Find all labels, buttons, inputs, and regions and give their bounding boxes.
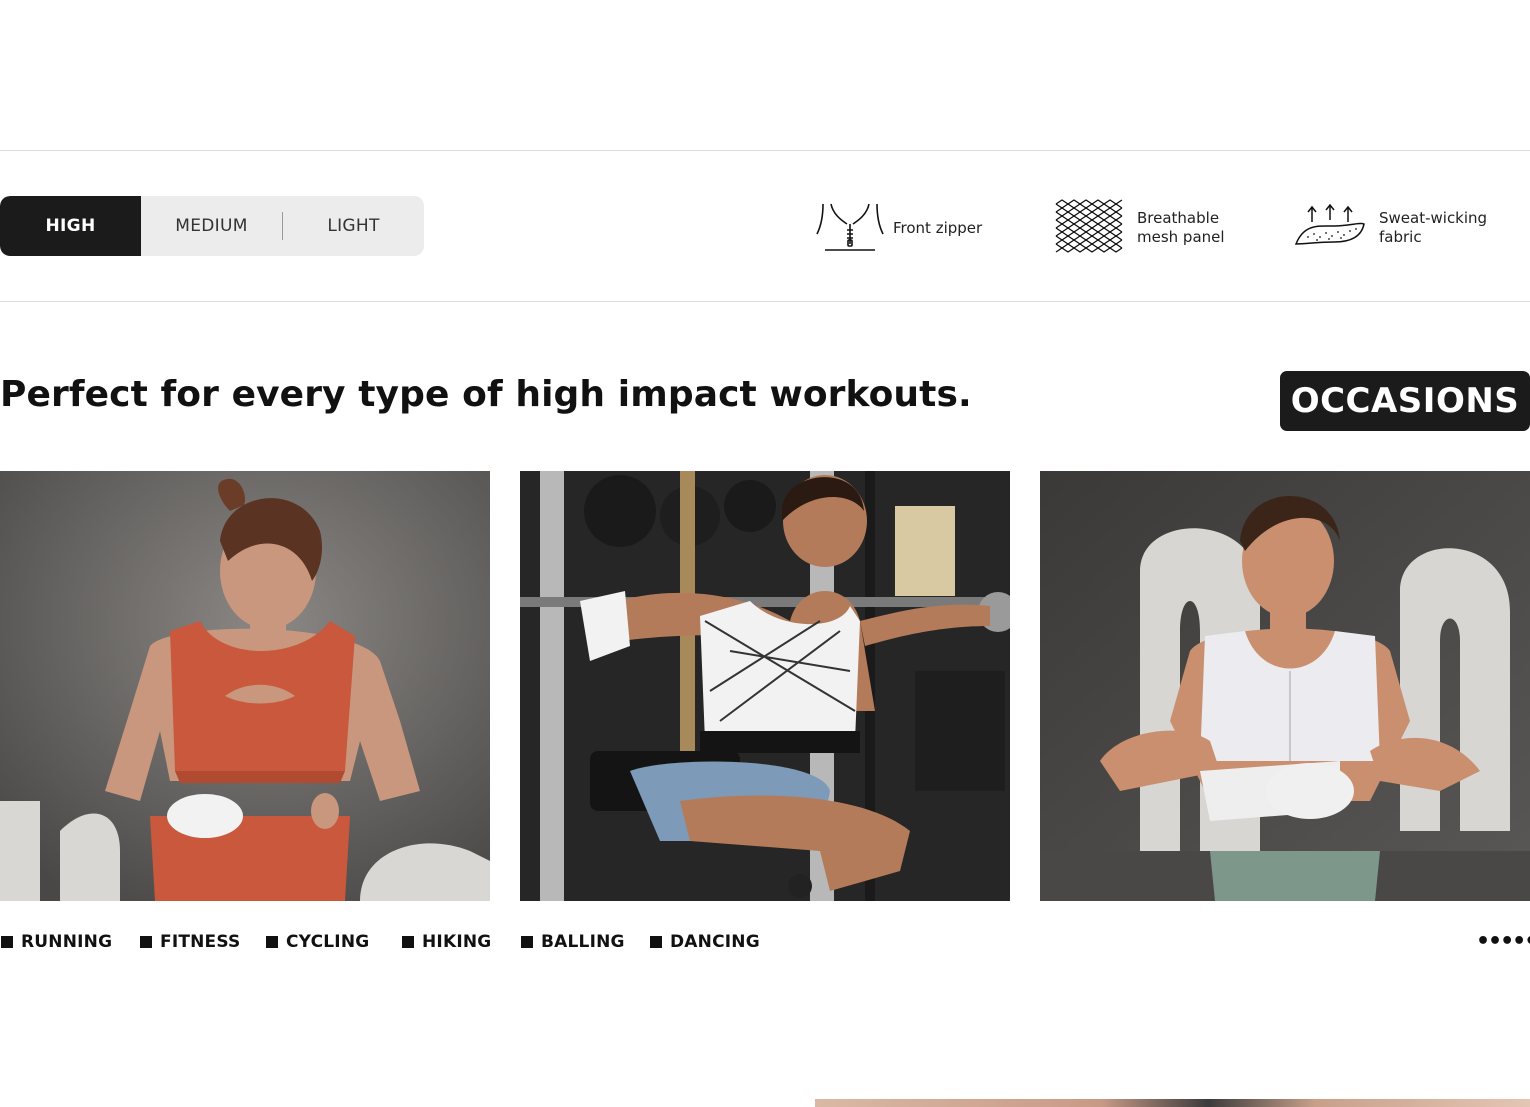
feature-label: Sweat-wicking fabric xyxy=(1379,209,1488,246)
bullet-square-icon xyxy=(1,936,13,948)
activity-label: RUNNING xyxy=(21,932,113,952)
photo-barbell-squat xyxy=(520,471,1010,901)
activity-label: BALLING xyxy=(541,932,625,952)
page-headline: Perfect for every type of high impact wo… xyxy=(0,374,972,415)
support-level-selector: HIGH MEDIUM LIGHT xyxy=(0,196,424,256)
activity-fitness: FITNESS xyxy=(140,932,241,952)
bullet-square-icon xyxy=(402,936,414,948)
tab-medium[interactable]: MEDIUM xyxy=(141,196,282,256)
bullet-square-icon xyxy=(650,936,662,948)
bullet-square-icon xyxy=(140,936,152,948)
activity-label: HIKING xyxy=(422,932,492,952)
activity-label: CYCLING xyxy=(286,932,370,952)
activity-dancing: DANCING xyxy=(650,932,760,952)
activity-label: FITNESS xyxy=(160,932,241,952)
occasions-badge: OCCASIONS xyxy=(1280,371,1530,431)
photo-orange-sports-bra xyxy=(0,471,490,901)
feature-sweat-wicking: Sweat-wicking fabric xyxy=(1294,203,1488,252)
tab-high[interactable]: HIGH xyxy=(0,196,141,256)
activity-balling: BALLING xyxy=(521,932,625,952)
middle-divider xyxy=(0,301,1530,302)
tab-light[interactable]: LIGHT xyxy=(283,196,424,256)
feature-label: Front zipper xyxy=(893,218,983,237)
zipper-icon xyxy=(815,200,885,256)
bullet-square-icon xyxy=(521,936,533,948)
activity-running: RUNNING xyxy=(1,932,112,952)
top-divider xyxy=(0,150,1530,151)
feature-mesh-panel: Breathable mesh panel xyxy=(1054,198,1225,258)
feature-front-zipper: Front zipper xyxy=(815,200,982,256)
activity-label: DANCING xyxy=(670,932,760,952)
feature-label: Breathable mesh panel xyxy=(1137,209,1225,246)
more-dots-icon: •••••• xyxy=(1476,929,1530,954)
photo-white-sports-bra xyxy=(1040,471,1530,901)
mesh-icon xyxy=(1054,198,1124,258)
activity-cycling: CYCLING xyxy=(266,932,369,952)
sweat-wicking-icon xyxy=(1294,203,1366,252)
bullet-square-icon xyxy=(266,936,278,948)
activity-hiking: HIKING xyxy=(402,932,491,952)
next-section-image-edge xyxy=(815,1099,1530,1107)
